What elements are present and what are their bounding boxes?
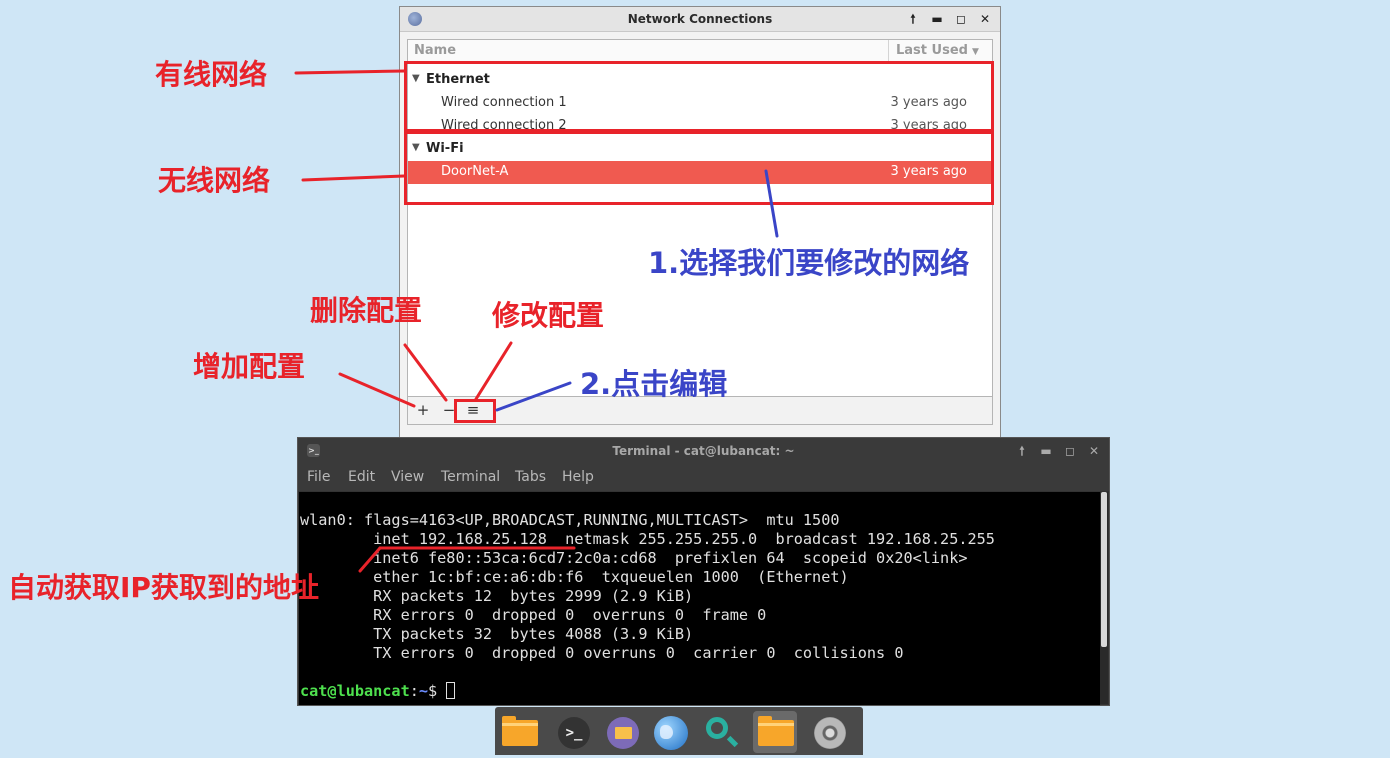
menu-tabs[interactable]: Tabs bbox=[515, 469, 546, 485]
disk-icon bbox=[814, 717, 846, 749]
sort-down-icon: ▼ bbox=[971, 47, 979, 57]
terminal-output[interactable]: wlan0: flags=4163<UP,BROADCAST,RUNNING,M… bbox=[299, 492, 1100, 705]
close-icon[interactable]: ✕ bbox=[1085, 442, 1103, 460]
terminal-line: wlan0: flags=4163<UP,BROADCAST,RUNNING,M… bbox=[300, 511, 840, 529]
wireless-pointer-line bbox=[301, 174, 406, 182]
column-last-used[interactable]: Last Used ▼ bbox=[888, 40, 979, 62]
annotation-delete: 删除配置 bbox=[310, 294, 423, 327]
prompt-symbol: $ bbox=[428, 682, 447, 700]
annotation-step2: 2.点击编辑 bbox=[580, 367, 728, 401]
terminal-line: ether 1c:bf:ce:a6:db:f6 txqueuelen 1000 … bbox=[300, 568, 849, 586]
terminal-menubar: File Edit View Terminal Tabs Help bbox=[298, 463, 1109, 491]
column-last-used-label: Last Used bbox=[896, 43, 968, 58]
annotation-wired: 有线网络 bbox=[155, 58, 268, 91]
terminal-line: inet6 fe80::53ca:6cd7:2c0a:cd68 prefixle… bbox=[300, 549, 968, 567]
menu-edit[interactable]: Edit bbox=[348, 469, 375, 485]
annotation-wireless: 无线网络 bbox=[158, 164, 271, 197]
scrollbar-thumb[interactable] bbox=[1101, 492, 1107, 647]
prompt-user: cat@lubancat bbox=[300, 682, 410, 700]
network-titlebar[interactable]: Network Connections 🠕 ▬ ◻ ✕ bbox=[400, 7, 1000, 32]
close-icon[interactable]: ✕ bbox=[976, 10, 994, 28]
minimize-icon[interactable]: ▬ bbox=[928, 10, 946, 28]
edit-button-highlight-box bbox=[454, 399, 496, 423]
column-name[interactable]: Name bbox=[414, 43, 456, 58]
wired-highlight-box bbox=[404, 61, 994, 132]
terminal-window-title: Terminal - cat@lubancat: ~ bbox=[612, 444, 795, 458]
maximize-icon[interactable]: ◻ bbox=[952, 10, 970, 28]
web-browser-icon bbox=[654, 716, 688, 750]
dock-item-terminal[interactable]: >_ bbox=[552, 711, 596, 753]
terminal-line: TX packets 32 bytes 4088 (3.9 KiB) bbox=[300, 625, 694, 643]
text-cursor bbox=[446, 682, 456, 699]
folder-icon bbox=[758, 716, 794, 746]
folder-icon bbox=[502, 716, 538, 746]
menu-help[interactable]: Help bbox=[562, 469, 594, 485]
annotation-step1: 1.选择我们要修改的网络 bbox=[648, 246, 970, 280]
dock-item-home-folder[interactable] bbox=[497, 711, 541, 753]
file-manager-icon bbox=[607, 717, 639, 749]
search-icon bbox=[706, 717, 728, 739]
arrow-up-icon[interactable]: 🠕 bbox=[1013, 442, 1031, 460]
maximize-icon[interactable]: ◻ bbox=[1061, 442, 1079, 460]
terminal-line: inet 192.168.25.128 netmask 255.255.255.… bbox=[300, 530, 995, 548]
annotation-add: 增加配置 bbox=[193, 350, 306, 383]
add-connection-button[interactable]: + bbox=[413, 401, 433, 419]
terminal-window: >_ Terminal - cat@lubancat: ~ 🠕 ▬ ◻ ✕ Fi… bbox=[297, 437, 1110, 706]
prompt-path: ~ bbox=[418, 682, 429, 700]
menu-view[interactable]: View bbox=[391, 469, 424, 485]
prompt-separator: : bbox=[409, 682, 419, 700]
terminal-line: RX errors 0 dropped 0 overruns 0 frame 0 bbox=[300, 606, 767, 624]
dock: >_ bbox=[495, 707, 863, 755]
terminal-icon: >_ bbox=[558, 717, 590, 749]
wired-pointer-line bbox=[294, 69, 406, 75]
annotation-modify: 修改配置 bbox=[492, 299, 605, 332]
dock-item-disk[interactable] bbox=[808, 711, 852, 753]
annotation-auto-ip: 自动获取IP获取到的地址 bbox=[8, 571, 319, 604]
minimize-icon[interactable]: ▬ bbox=[1037, 442, 1055, 460]
terminal-scrollbar[interactable] bbox=[1100, 492, 1108, 704]
arrow-up-icon[interactable]: 🠕 bbox=[904, 10, 922, 28]
terminal-prompt[interactable]: cat@lubancat:~$ bbox=[300, 682, 456, 701]
menu-file[interactable]: File bbox=[307, 469, 330, 485]
dock-item-file-manager[interactable] bbox=[601, 711, 645, 753]
menu-terminal[interactable]: Terminal bbox=[441, 469, 500, 485]
terminal-line: TX errors 0 dropped 0 overruns 0 carrier… bbox=[300, 644, 904, 662]
wireless-highlight-box bbox=[404, 131, 994, 205]
list-header: Name Last Used ▼ bbox=[408, 40, 992, 63]
dock-item-search[interactable] bbox=[698, 711, 742, 753]
dock-item-web-browser[interactable] bbox=[649, 711, 693, 753]
dock-item-open-folder[interactable] bbox=[753, 711, 797, 753]
terminal-line: RX packets 12 bytes 2999 (2.9 KiB) bbox=[300, 587, 694, 605]
terminal-titlebar[interactable]: >_ Terminal - cat@lubancat: ~ 🠕 ▬ ◻ ✕ bbox=[298, 438, 1109, 463]
